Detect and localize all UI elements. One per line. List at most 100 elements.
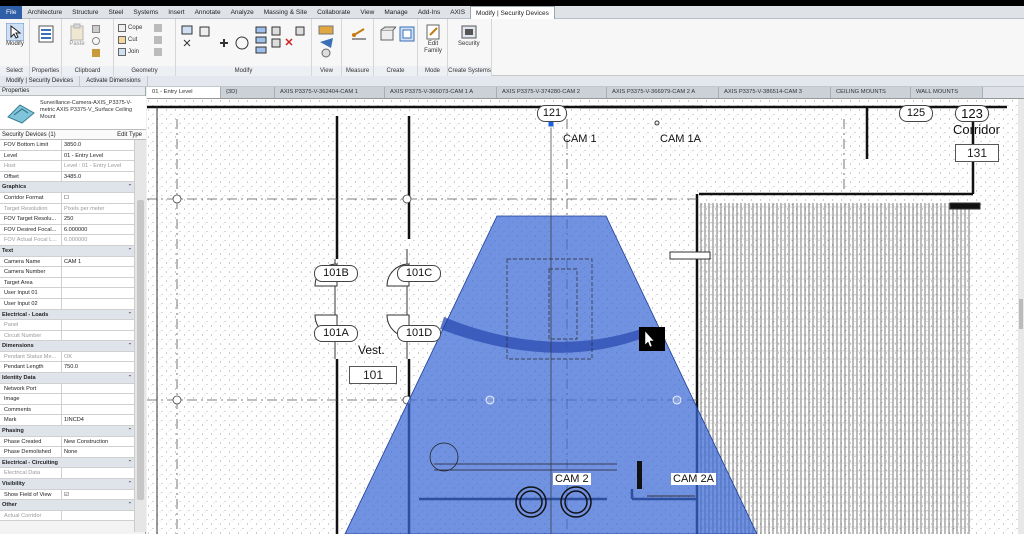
property-value-field[interactable] [62,267,134,277]
property-value-field[interactable]: 3850.0 [62,140,134,150]
collapse-chevron-icon[interactable]: ⌃ [126,341,134,351]
properties-scroll-thumb[interactable] [137,200,144,500]
room-tag-125[interactable]: 125 [899,105,933,122]
collapse-chevron-icon[interactable]: ⌃ [126,479,134,489]
property-value-field[interactable] [62,288,134,298]
property-value-field[interactable]: ☑ [62,489,134,500]
properties-scrollbar[interactable] [134,140,146,532]
collapse-chevron-icon[interactable]: ⌃ [126,310,134,320]
property-group-header[interactable]: Dimensions ⌃ [0,341,134,352]
collapse-chevron-icon[interactable]: ⌃ [126,500,134,510]
type-selector[interactable]: Surveillance-Camera-AXIS_P3375-V-metric … [0,96,146,130]
menu-tab-architecture[interactable]: Architecture [22,6,67,19]
property-value-field[interactable]: 1INCD4 [62,415,134,426]
property-group-header[interactable]: Electrical - Loads ⌃ [0,309,134,321]
property-value-field[interactable]: 750.0 [62,362,134,373]
measure-button[interactable] [350,25,368,43]
menu-tab-file[interactable]: File [0,6,23,19]
room-tag-123[interactable]: 123 [955,105,989,122]
geometry-tool-1[interactable] [154,24,162,32]
floor-plan-canvas[interactable]: 121 125 123 Corridor 131 101B 101C 101A … [147,99,1024,534]
view-tab[interactable]: AXIS P3375-V-366979-CAM 2 A [607,87,719,98]
geometry-tool-3[interactable] [154,48,162,56]
cam1a-label[interactable]: CAM 1A [660,133,701,145]
menu-tab-massing-site[interactable]: Massing & Site [259,6,312,19]
property-value-field[interactable] [62,404,134,415]
collapse-chevron-icon[interactable]: ⌃ [126,373,134,383]
property-group-header[interactable]: Text ⌃ [0,245,134,257]
cut-button[interactable]: Cut [118,36,137,44]
door-tag-101a[interactable]: 101A [314,325,358,342]
canvas-scroll-thumb[interactable] [1019,299,1023,329]
property-group-header[interactable]: Other ⌃ [0,500,134,511]
property-group-header[interactable]: Visibility ⌃ [0,479,134,490]
instance-filter[interactable]: Security Devices (1) Edit Type [0,130,146,140]
collapse-chevron-icon[interactable]: ⌃ [126,426,134,436]
menu-tab-systems[interactable]: Systems [128,6,163,19]
property-value-field[interactable]: 3485.0 [62,171,134,182]
cope-button[interactable]: Cope [118,24,142,32]
property-group-header[interactable]: Electrical - Circuiting ⌃ [0,457,134,469]
collapse-chevron-icon[interactable]: ⌃ [126,182,134,192]
canvas-scrollbar[interactable] [1018,99,1024,534]
menu-tab-axis[interactable]: AXIS [445,6,470,19]
property-value-field[interactable]: None [62,447,134,457]
property-group-header[interactable]: Identity Data ⌃ [0,373,134,384]
collapse-chevron-icon[interactable]: ⌃ [126,246,134,256]
activate-dimensions-checkbox[interactable]: Activate Dimensions [80,75,148,87]
menu-tab-steel[interactable]: Steel [104,6,129,19]
door-tag-101c[interactable]: 101C [397,265,441,282]
door-tag-101b[interactable]: 101B [314,265,358,282]
cam2-label[interactable]: CAM 2 [553,473,591,485]
property-value-field[interactable] [62,277,134,288]
menu-tab-insert[interactable]: Insert [163,6,189,19]
properties-button[interactable] [37,25,55,43]
door-tag-101d[interactable]: 101D [397,325,441,342]
join-button[interactable]: Join [118,48,139,56]
property-value-field[interactable] [62,383,134,394]
view-tab[interactable]: AXIS P3375-V-374280-CAM 2 [497,87,607,98]
property-value-field[interactable]: 01 - Entry Level [62,150,134,161]
property-value-field[interactable]: 250 [62,214,134,224]
view-tab[interactable]: AXIS P3375-V-362404-CAM 1 [275,87,385,98]
menu-tab-analyze[interactable]: Analyze [226,6,259,19]
edit-type-button[interactable]: Edit Type [117,130,142,140]
geometry-tool-2[interactable] [154,36,162,44]
create-group-button[interactable] [398,25,416,43]
match-small-button[interactable] [92,49,100,57]
menu-tab-collaborate[interactable]: Collaborate [312,6,355,19]
menu-tab-manage[interactable]: Manage [379,6,413,19]
view-tab[interactable]: AXIS P3375-V-366073-CAM 1 A [385,87,497,98]
view-tab[interactable]: CEILING MOUNTS [831,87,911,98]
cam1-label[interactable]: CAM 1 [563,133,597,145]
property-value-field[interactable] [62,298,134,309]
property-group-header[interactable]: Graphics ⌃ [0,182,134,193]
security-button[interactable]: Security [458,23,480,47]
menu-tab-view[interactable]: View [355,6,379,19]
cut-small-button[interactable] [92,37,100,45]
property-group-header[interactable]: Phasing ⌃ [0,426,134,437]
menu-tab-annotate[interactable]: Annotate [190,6,226,19]
modify-button[interactable]: Modify [6,23,24,47]
property-value-field[interactable]: New Construction [62,436,134,447]
view-tab[interactable]: 01 - Entry Level [147,87,221,98]
view-tab[interactable]: WALL MOUNTS [911,87,983,98]
copy-small-button[interactable] [92,25,100,33]
menu-tab-modify-security-devices[interactable]: Modify | Security Devices [470,6,555,19]
edit-family-button[interactable]: Edit Family [422,23,444,55]
menu-tab-structure[interactable]: Structure [67,6,103,19]
cam2a-label[interactable]: CAM 2A [671,473,716,485]
property-value-field[interactable]: CAM 1 [62,256,134,267]
view-tab[interactable]: {3D} [221,87,275,98]
property-value-field[interactable]: ☐ [62,192,134,203]
corridor-room-number[interactable]: 131 [955,144,999,162]
menu-tab-add-ins[interactable]: Add-Ins [413,6,445,19]
paste-button[interactable]: Paste [68,23,86,47]
property-value-field[interactable]: 6.000000 [62,224,134,235]
room-tag-121[interactable]: 121 [537,105,567,122]
collapse-chevron-icon[interactable]: ⌃ [126,458,134,468]
property-value-field[interactable] [62,394,134,404]
create-similar-button[interactable] [378,25,396,43]
vestibule-room-number[interactable]: 101 [349,366,397,384]
view-tab[interactable]: AXIS P3375-V-386514-CAM 3 [719,87,831,98]
